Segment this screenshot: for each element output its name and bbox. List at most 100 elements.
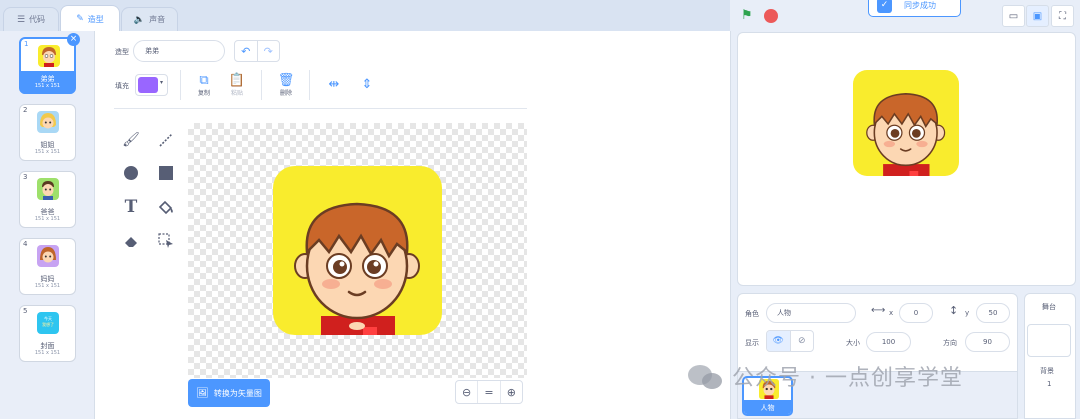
tab-sounds[interactable]: 🔈 声音: [121, 7, 178, 31]
delete-costume-icon[interactable]: ×: [67, 33, 80, 46]
paste-icon: 📋: [228, 73, 246, 88]
costume-index: 1: [24, 40, 29, 48]
fill-color-swatch: [138, 77, 158, 93]
costume-index: 5: [23, 307, 28, 315]
normal-stage-icon: ▣: [1032, 10, 1043, 22]
costume-thumbnail: [37, 111, 59, 133]
costume-size: 151 x 151: [34, 83, 61, 89]
rectangle-icon: [159, 166, 173, 180]
brush-icon: 🖌: [122, 132, 140, 148]
costume-index: 4: [23, 240, 28, 248]
tab-code[interactable]: ☰ 代码: [3, 7, 59, 31]
fill-tool[interactable]: [155, 196, 177, 218]
paste-button[interactable]: 📋 粘贴: [226, 73, 248, 97]
text-tool[interactable]: T: [120, 196, 142, 218]
costume-item-5[interactable]: 5 今天 我想了 封面 151 x 151: [19, 305, 76, 362]
zoom-in-icon[interactable]: ⊕: [499, 381, 522, 403]
stop-icon[interactable]: [764, 9, 778, 23]
delete-button[interactable]: 🗑 删除: [275, 73, 297, 97]
size-input[interactable]: 100: [866, 332, 911, 352]
code-icon: ☰: [16, 14, 26, 25]
costume-item-1[interactable]: 1 弟弟 151 x 151 ×: [19, 33, 80, 94]
eraser-tool[interactable]: [120, 230, 142, 252]
undo-icon[interactable]: ↶: [235, 41, 257, 61]
tab-costumes[interactable]: ✎ 造型: [60, 5, 120, 32]
costume-name-label: 造型: [115, 48, 129, 56]
sync-badge-icon: ✓: [877, 0, 892, 13]
stage-title: 舞台: [1042, 303, 1056, 311]
costume-size: 151 x 151: [34, 283, 61, 289]
image-icon: 🖼: [196, 387, 209, 399]
normal-stage-button[interactable]: ▣: [1026, 5, 1049, 27]
circle-tool[interactable]: [120, 162, 142, 184]
zoom-reset-button[interactable]: =: [477, 381, 499, 403]
eye-hidden-icon[interactable]: ⊘: [789, 331, 814, 351]
redo-icon[interactable]: ↷: [256, 41, 280, 61]
speaker-icon: 🔈: [133, 14, 146, 25]
toolbar-divider: [309, 70, 310, 100]
y-position-input[interactable]: 50: [976, 303, 1010, 323]
costume-item-2[interactable]: 2 姐姐 151 x 151: [19, 104, 76, 161]
x-position-input[interactable]: 0: [899, 303, 933, 323]
brush-icon: ✎: [76, 14, 84, 24]
boy-face-illustration: [294, 202, 420, 335]
costume-item-3[interactable]: 3 爸爸 151 x 151: [19, 171, 76, 228]
costume-name-input[interactable]: 弟弟: [133, 40, 225, 62]
costume-index: 3: [23, 173, 28, 181]
fill-color-picker[interactable]: ▾: [135, 74, 168, 96]
select-tool[interactable]: [155, 230, 177, 252]
copy-button[interactable]: ⧉ 复制: [193, 73, 215, 97]
stage-sprite[interactable]: [853, 70, 959, 176]
backdrop-thumbnail[interactable]: [1027, 324, 1071, 357]
line-tool[interactable]: [155, 129, 177, 151]
flip-horizontal-icon: ⇹: [328, 77, 340, 92]
visibility-toggle: 👁 ⊘: [766, 330, 814, 352]
y-label: y: [965, 309, 970, 317]
green-flag-icon[interactable]: ⚑: [741, 8, 753, 23]
costume-size: 151 x 151: [34, 350, 61, 356]
fullscreen-icon: ⛶: [1059, 10, 1066, 22]
boy-face-illustration: [866, 93, 946, 176]
costume-thumbnail: [38, 45, 60, 67]
text-icon: T: [124, 197, 138, 217]
small-stage-button[interactable]: ▭: [1002, 5, 1025, 27]
costume-thumbnail: 今天 我想了: [37, 312, 59, 334]
eraser-icon: [125, 237, 137, 247]
backdrop-label: 背景: [1040, 367, 1054, 375]
costume-item-4[interactable]: 4 妈妈 151 x 151: [19, 238, 76, 295]
costume-size: 151 x 151: [34, 149, 61, 155]
costume-artwork: [273, 166, 442, 335]
flip-horizontal-button[interactable]: ⇹: [324, 77, 344, 92]
watermark: 公众号 · 一点创享学堂: [688, 360, 963, 392]
eye-icon[interactable]: 👁: [767, 331, 790, 351]
sync-status-button[interactable]: ✓ 同步成功: [868, 0, 961, 17]
fullscreen-button[interactable]: ⛶: [1051, 5, 1074, 27]
flip-vertical-icon: ⇕: [361, 77, 373, 92]
zoom-out-icon[interactable]: ⊖: [456, 381, 477, 403]
size-label: 大小: [846, 339, 860, 347]
costume-thumbnail: [37, 178, 59, 200]
convert-to-vector-button[interactable]: 🖼 转换为矢量图: [188, 379, 270, 407]
flip-vertical-button[interactable]: ⇕: [357, 77, 377, 92]
chevron-down-icon: ▾: [160, 79, 164, 86]
small-stage-icon: ▭: [1008, 10, 1019, 22]
toolbar-divider: [180, 70, 181, 100]
toolbar-divider: [261, 70, 262, 100]
rectangle-tool[interactable]: [155, 162, 177, 184]
wechat-logo-icon: [688, 361, 726, 391]
costume-thumbnail: [37, 245, 59, 267]
select-icon: [158, 233, 173, 248]
undo-redo-group: ↶ ↷: [234, 40, 280, 62]
x-position-icon: ⟷: [871, 305, 886, 316]
costume-size: 151 x 151: [34, 216, 61, 222]
line-icon: [159, 133, 173, 147]
sprite-tile-name: 人物: [744, 400, 791, 414]
circle-icon: [124, 166, 138, 180]
sprite-label: 角色: [745, 310, 759, 318]
brush-tool[interactable]: 🖌: [120, 129, 142, 151]
trash-icon: 🗑: [277, 73, 295, 88]
direction-input[interactable]: 90: [965, 332, 1010, 352]
sprite-name-input[interactable]: 人物: [766, 303, 856, 323]
fill-label: 填充: [115, 82, 129, 90]
toolbar-separator: [114, 108, 527, 109]
